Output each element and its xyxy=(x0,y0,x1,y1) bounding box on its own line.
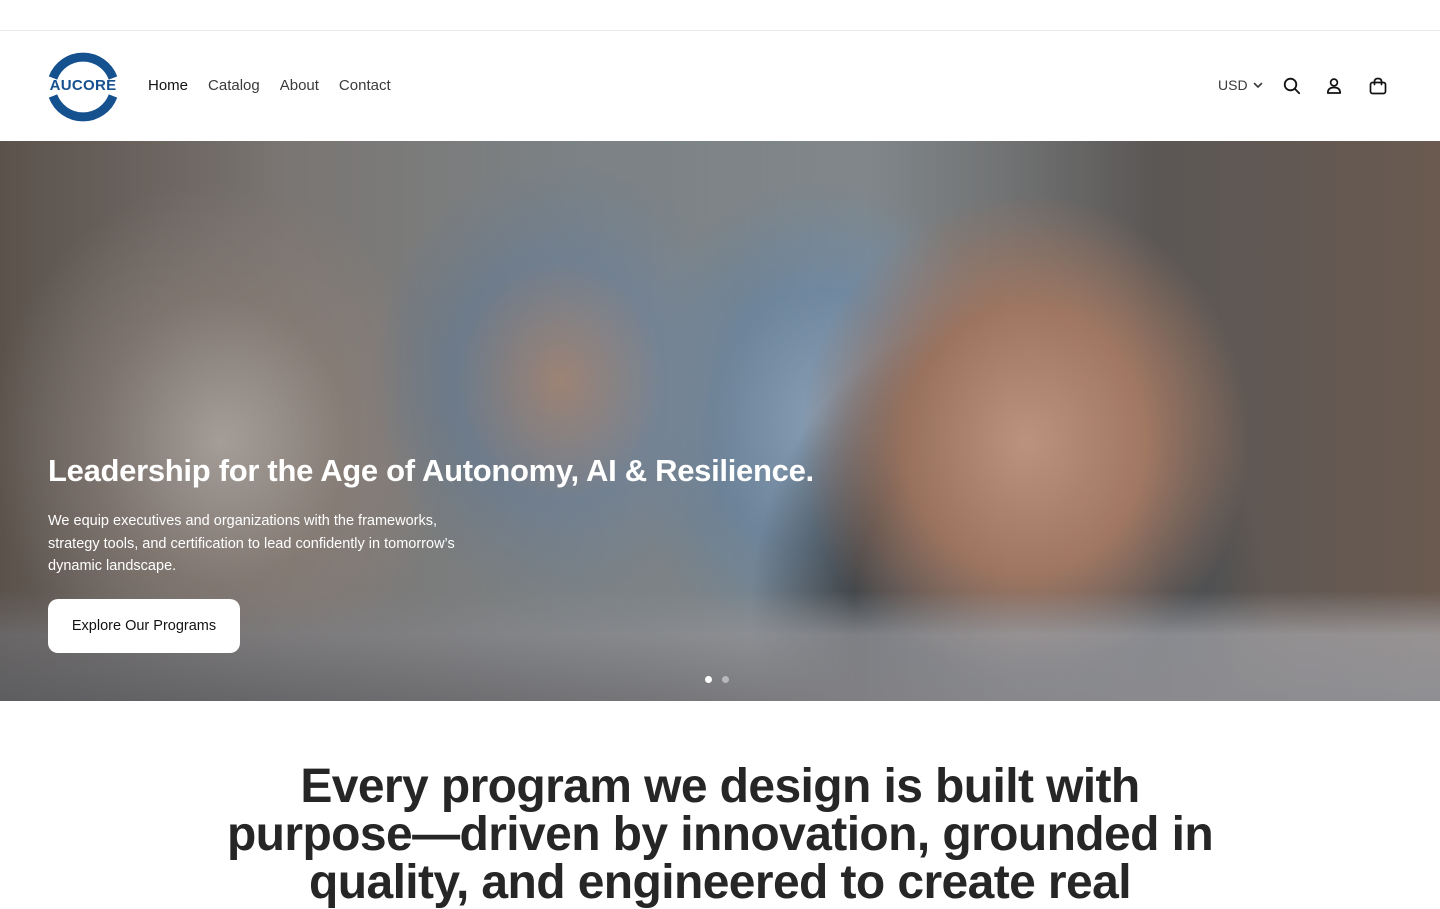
logo[interactable]: AUCORE xyxy=(45,48,121,126)
hero-banner: Leadership for the Age of Autonomy, AI &… xyxy=(0,141,1440,701)
nav-home[interactable]: Home xyxy=(148,77,188,95)
account-button[interactable] xyxy=(1323,75,1345,97)
search-button[interactable] xyxy=(1281,75,1303,97)
slide-dot-2[interactable] xyxy=(722,676,729,683)
search-icon xyxy=(1283,77,1301,95)
slideshow-dots xyxy=(705,676,729,683)
hero-subtitle: We equip executives and organizations wi… xyxy=(48,513,455,574)
nav-contact[interactable]: Contact xyxy=(339,77,391,95)
chevron-down-icon xyxy=(1253,82,1262,88)
account-icon xyxy=(1326,78,1342,94)
cart-icon xyxy=(1369,77,1387,95)
announcement-bar xyxy=(0,0,1440,31)
explore-programs-button[interactable]: Explore Our Programs xyxy=(48,599,240,653)
slide-dot-1[interactable] xyxy=(705,676,712,683)
currency-label: USD xyxy=(1218,77,1248,93)
hero-content: Leadership for the Age of Autonomy, AI &… xyxy=(48,451,868,578)
nav-catalog[interactable]: Catalog xyxy=(208,77,260,95)
mission-statement: Every program we design is built with pu… xyxy=(226,760,1214,909)
nav-about[interactable]: About xyxy=(280,77,319,95)
logo-text: AUCORE xyxy=(49,77,117,94)
cart-button[interactable] xyxy=(1367,75,1389,97)
currency-selector[interactable]: USD xyxy=(1218,77,1264,93)
main-nav: Home Catalog About Contact xyxy=(148,77,411,95)
hero-title: Leadership for the Age of Autonomy, AI &… xyxy=(48,453,814,488)
